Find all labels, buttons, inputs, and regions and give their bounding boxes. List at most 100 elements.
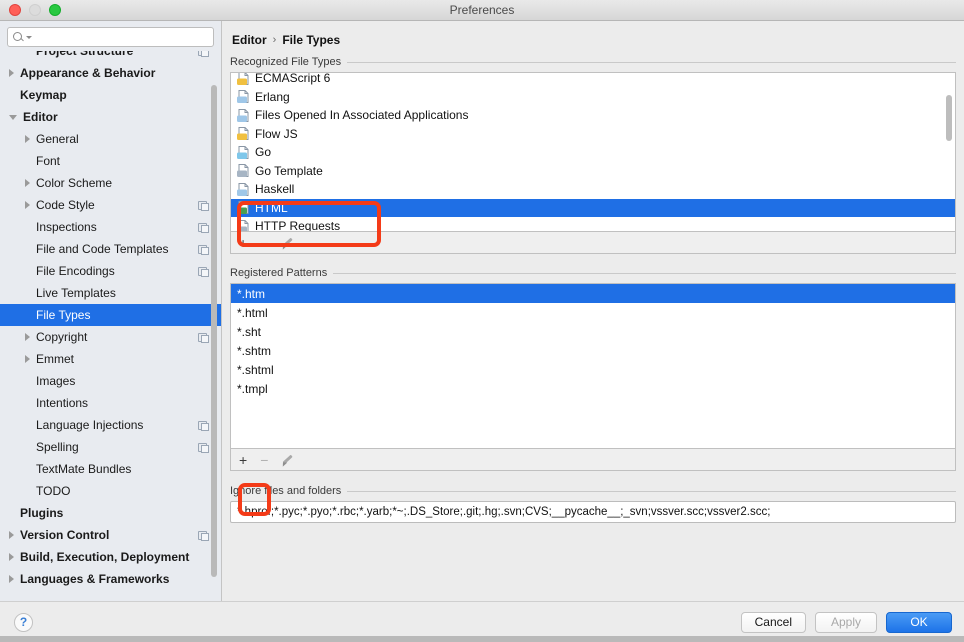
file-types-scrollbar-thumb[interactable] — [946, 95, 952, 141]
registered-patterns-label: Registered Patterns — [230, 267, 328, 279]
sidebar-item-version-control[interactable]: Version Control — [0, 524, 221, 546]
sidebar-item-build-execution-deployment[interactable]: Build, Execution, Deployment — [0, 546, 221, 568]
pattern-row[interactable]: *.html — [231, 303, 955, 322]
file-type-label: HTTP Requests — [255, 219, 341, 232]
chevron-right-icon[interactable] — [9, 553, 14, 561]
sidebar-item-label: TextMate Bundles — [36, 462, 132, 476]
registered-patterns-list[interactable]: *.htm *.html *.sht *.shtm *.shtml *.tmpl — [230, 283, 956, 449]
file-type-row[interactable]: HTML — [231, 198, 955, 217]
chevron-right-icon[interactable] — [25, 355, 30, 363]
file-type-row[interactable]: Files Opened In Associated Applications — [231, 106, 955, 125]
breadcrumb-parent[interactable]: Editor — [232, 33, 267, 47]
file-type-label: Haskell — [255, 182, 295, 197]
recognized-file-types-list[interactable]: ECMAScript 6 Erlang Files Opened In Associ… — [230, 72, 956, 232]
sidebar-item-file-types[interactable]: File Types — [0, 304, 221, 326]
pattern-row[interactable]: *.shtm — [231, 341, 955, 360]
sidebar-item-keymap[interactable]: Keymap — [0, 84, 221, 106]
copy-settings-icon[interactable] — [198, 442, 209, 453]
copy-settings-icon[interactable] — [198, 332, 209, 343]
search-box[interactable] — [7, 27, 214, 47]
pattern-row[interactable]: *.htm — [231, 284, 955, 303]
sidebar-item-label: Font — [36, 154, 61, 168]
sidebar-item-language-injections[interactable]: Language Injections — [0, 414, 221, 436]
sidebar-item-todo[interactable]: TODO — [0, 480, 221, 502]
file-type-row[interactable]: ECMAScript 6 — [231, 73, 955, 88]
sidebar-item-copyright[interactable]: Copyright — [0, 326, 221, 348]
sidebar-item-color-scheme[interactable]: Color Scheme — [0, 172, 221, 194]
sidebar-item-languages-frameworks[interactable]: Languages & Frameworks — [0, 568, 221, 590]
sidebar-item-file-encodings[interactable]: File Encodings — [0, 260, 221, 282]
chevron-right-icon[interactable] — [25, 201, 30, 209]
copy-settings-icon[interactable] — [198, 200, 209, 211]
copy-settings-icon[interactable] — [198, 222, 209, 233]
chevron-right-icon[interactable] — [9, 575, 14, 583]
cancel-button[interactable]: Cancel — [740, 611, 806, 633]
file-type-row[interactable]: Flow JS — [231, 125, 955, 144]
http-file-icon — [237, 219, 250, 231]
recognized-file-types-label: Recognized File Types — [230, 56, 342, 68]
sidebar-item-project-structure[interactable]: Project Structure — [0, 51, 221, 62]
sidebar-scroll-area[interactable]: Project Structure Appearance & Behavior Ke… — [0, 51, 221, 601]
pattern-row[interactable]: *.tmpl — [231, 379, 955, 398]
file-type-row[interactable]: Erlang — [231, 88, 955, 107]
sidebar-item-inspections[interactable]: Inspections — [0, 216, 221, 238]
sidebar-item-emmet[interactable]: Emmet — [0, 348, 221, 370]
file-type-row[interactable]: Haskell — [231, 180, 955, 199]
add-pattern-button[interactable]: + — [239, 453, 247, 467]
search-input[interactable] — [36, 31, 208, 43]
remove-file-type-button[interactable]: − — [260, 236, 268, 250]
file-type-label: HTML — [255, 200, 288, 215]
apply-button[interactable]: Apply — [815, 611, 877, 633]
copy-settings-icon[interactable] — [198, 51, 209, 57]
file-type-row[interactable]: Go — [231, 143, 955, 162]
sidebar-item-images[interactable]: Images — [0, 370, 221, 392]
pattern-label: *.htm — [237, 286, 266, 301]
chevron-right-icon[interactable] — [25, 333, 30, 341]
chevron-right-icon[interactable] — [9, 69, 14, 77]
sidebar-item-font[interactable]: Font — [0, 150, 221, 172]
remove-pattern-button[interactable]: − — [260, 453, 268, 467]
sidebar-item-intentions[interactable]: Intentions — [0, 392, 221, 414]
chevron-down-icon[interactable] — [9, 114, 17, 120]
search-dropdown-caret-icon[interactable] — [26, 35, 32, 39]
sidebar-nav-list: Project Structure Appearance & Behavior Ke… — [0, 51, 221, 590]
settings-sidebar: Project Structure Appearance & Behavior Ke… — [0, 21, 222, 601]
sidebar-item-general[interactable]: General — [0, 128, 221, 150]
sidebar-item-code-style[interactable]: Code Style — [0, 194, 221, 216]
haskell-file-icon — [237, 182, 250, 196]
copy-settings-icon[interactable] — [198, 244, 209, 255]
sidebar-item-label: Version Control — [20, 528, 110, 542]
sidebar-item-plugins[interactable]: Plugins — [0, 502, 221, 524]
copy-settings-icon[interactable] — [198, 530, 209, 541]
sidebar-item-file-and-code-templates[interactable]: File and Code Templates — [0, 238, 221, 260]
sidebar-item-textmate-bundles[interactable]: TextMate Bundles — [0, 458, 221, 480]
edit-pencil-icon[interactable] — [281, 453, 294, 466]
copy-settings-icon[interactable] — [198, 420, 209, 431]
add-file-type-button[interactable]: + — [239, 236, 247, 250]
chevron-right-icon[interactable] — [9, 531, 14, 539]
edit-pencil-icon[interactable] — [281, 236, 294, 249]
pattern-row[interactable]: *.shtml — [231, 360, 955, 379]
file-type-row[interactable]: Go Template — [231, 162, 955, 181]
file-type-row[interactable]: HTTP Requests — [231, 217, 955, 232]
ignore-files-input[interactable]: *.hprof;*.pyc;*.pyo;*.rbc;*.yarb;*~;.DS_… — [230, 501, 956, 523]
help-button[interactable]: ? — [14, 612, 33, 632]
copy-settings-icon[interactable] — [198, 266, 209, 277]
associated-file-icon — [237, 108, 250, 122]
sidebar-item-live-templates[interactable]: Live Templates — [0, 282, 221, 304]
sidebar-item-label: Languages & Frameworks — [20, 572, 170, 586]
ignore-files-section: Ignore files and folders *.hprof;*.pyc;*… — [230, 485, 956, 523]
sidebar-item-editor[interactable]: Editor — [0, 106, 221, 128]
sidebar-item-spelling[interactable]: Spelling — [0, 436, 221, 458]
pattern-row[interactable]: *.sht — [231, 322, 955, 341]
sidebar-item-appearance-behavior[interactable]: Appearance & Behavior — [0, 62, 221, 84]
chevron-right-icon[interactable] — [25, 135, 30, 143]
ok-button[interactable]: OK — [886, 611, 952, 633]
sidebar-scrollbar-thumb[interactable] — [211, 85, 217, 577]
chevron-right-icon[interactable] — [25, 179, 30, 187]
